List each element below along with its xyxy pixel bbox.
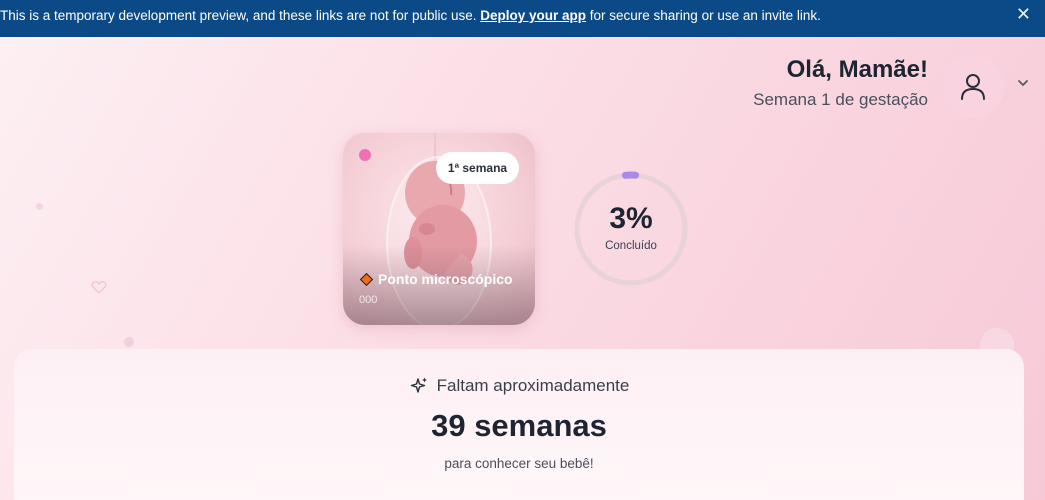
close-icon[interactable]: ✕ bbox=[1016, 0, 1031, 29]
status-dot bbox=[359, 149, 371, 161]
progress-caption: Concluído bbox=[605, 240, 657, 252]
dev-preview-banner: This is a temporary development preview,… bbox=[0, 0, 1045, 37]
diamond-icon bbox=[360, 272, 373, 286]
decorative-dot bbox=[36, 203, 43, 210]
countdown-heading-text: Faltam aproximadamente bbox=[436, 376, 630, 395]
countdown-value: 39 semanas bbox=[431, 408, 607, 443]
banner-text-before: This is a temporary development preview,… bbox=[0, 8, 481, 23]
chevron-down-icon[interactable] bbox=[1016, 78, 1030, 88]
heart-outline-icon bbox=[91, 281, 107, 294]
stage-code: 000 bbox=[359, 294, 378, 306]
greeting-title: Olá, Mamãe! bbox=[786, 56, 928, 83]
pregnancy-week-subtitle: Semana 1 de gestação bbox=[753, 90, 928, 109]
banner-text-after: for secure sharing or use an invite link… bbox=[586, 8, 821, 23]
stage-label: Ponto microscópico bbox=[360, 271, 513, 287]
countdown-subtitle: para conhecer seu bebê! bbox=[444, 456, 594, 471]
avatar-button[interactable] bbox=[941, 55, 1004, 118]
sparkle-icon bbox=[410, 377, 427, 393]
deploy-app-link[interactable]: Deploy your app bbox=[480, 8, 586, 23]
week-badge: 1ª semana bbox=[436, 152, 519, 184]
progress-percent: 3% bbox=[609, 202, 653, 235]
decorative-dot bbox=[898, 203, 916, 221]
decorative-dot bbox=[124, 337, 134, 347]
stage-label-text: Ponto microscópico bbox=[378, 271, 513, 287]
countdown-heading: Faltam aproximadamente bbox=[14, 376, 1024, 396]
countdown-panel: Faltam aproximadamente 39 semanas para c… bbox=[14, 349, 1024, 500]
embryo-card[interactable]: 1ª semana Ponto microscópico 000 bbox=[343, 133, 535, 325]
banner-message: This is a temporary development preview,… bbox=[0, 0, 821, 31]
user-icon bbox=[960, 73, 985, 100]
